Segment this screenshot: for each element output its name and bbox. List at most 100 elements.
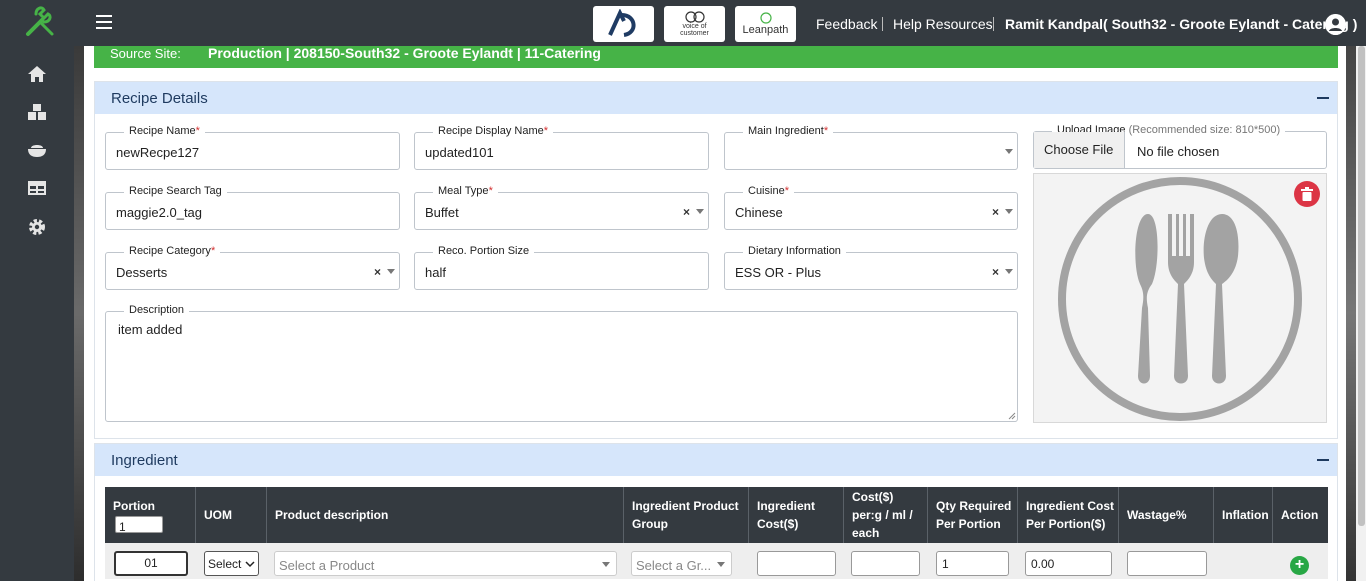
ingredient-table-header: Portion 1 UOM Product description Ingred… bbox=[105, 487, 1328, 543]
col-product-description: Product description bbox=[267, 487, 624, 543]
recipe-details-section: Recipe Details Recipe Name* newRecpe127 … bbox=[94, 81, 1338, 439]
clear-icon[interactable]: × bbox=[374, 265, 381, 279]
wastage-input[interactable] bbox=[1127, 551, 1207, 576]
cost-per-portion-input[interactable]: 0.00 bbox=[1025, 551, 1112, 576]
cuisine-value: Chinese bbox=[735, 205, 783, 220]
source-site-value: Production | 208150-South32 - Groote Eyl… bbox=[208, 46, 601, 61]
collapse-icon[interactable] bbox=[1317, 97, 1329, 99]
divider bbox=[882, 17, 883, 31]
chevron-down-icon[interactable] bbox=[1005, 209, 1013, 214]
table-icon[interactable] bbox=[27, 178, 47, 198]
recipe-image-preview bbox=[1033, 173, 1327, 423]
uom-select[interactable]: Select bbox=[204, 551, 259, 576]
app-logo-icon[interactable] bbox=[22, 4, 62, 40]
upload-image-field[interactable]: Upload Image (Recommended size: 810*500)… bbox=[1033, 124, 1327, 169]
col-ingredient-cost: Ingredient Cost($) bbox=[749, 487, 844, 543]
user-name-link[interactable]: Ramit Kandpal( South32 - Groote Eylandt … bbox=[1005, 16, 1357, 32]
recipe-search-tag-field[interactable]: Recipe Search Tag maggie2.0_tag bbox=[105, 185, 400, 230]
bowl-icon[interactable] bbox=[27, 140, 47, 160]
brand-ad-logo[interactable] bbox=[593, 6, 654, 42]
col-cost-per-unit: Cost($) per:g / ml / each bbox=[844, 487, 928, 543]
cost-per-unit-input[interactable] bbox=[851, 551, 920, 576]
chevron-down-icon[interactable] bbox=[1005, 269, 1013, 274]
resize-handle-icon[interactable] bbox=[1008, 412, 1016, 420]
brand-leanpath-logo[interactable]: Leanpath bbox=[735, 6, 796, 42]
ad-logo-icon bbox=[607, 9, 635, 37]
product-group-select[interactable]: Select a Gr... bbox=[631, 551, 732, 576]
dietary-info-select[interactable]: Dietary Information ESS OR - Plus × bbox=[724, 245, 1018, 290]
ingredient-title: Ingredient bbox=[111, 452, 178, 469]
choose-file-button[interactable]: Choose File bbox=[1034, 132, 1125, 168]
menu-toggle-icon[interactable] bbox=[96, 15, 112, 29]
recipe-details-title: Recipe Details bbox=[111, 90, 208, 107]
recipe-name-field[interactable]: Recipe Name* newRecpe127 bbox=[105, 125, 400, 170]
top-navbar: voice of customer Leanpath Feedback Help… bbox=[0, 0, 1366, 46]
add-row-button[interactable]: + bbox=[1290, 556, 1309, 575]
dietary-info-label: Dietary Information bbox=[743, 245, 846, 257]
recipe-name-label: Recipe Name* bbox=[124, 125, 205, 137]
chevron-down-icon bbox=[717, 562, 725, 567]
clear-icon[interactable]: × bbox=[992, 265, 999, 279]
ingredient-section: Ingredient Portion 1 UOM Product descrip… bbox=[94, 443, 1338, 581]
recipe-display-name-field[interactable]: Recipe Display Name* updated101 bbox=[414, 125, 709, 170]
chevron-down-icon bbox=[602, 562, 610, 567]
col-ingredient-product-group: Ingredient Product Group bbox=[624, 487, 749, 543]
ingredient-header[interactable]: Ingredient bbox=[95, 444, 1337, 476]
background-image bbox=[74, 46, 84, 581]
chevron-down-icon[interactable] bbox=[1005, 149, 1013, 154]
trash-icon bbox=[1301, 187, 1313, 201]
user-avatar-icon[interactable] bbox=[1325, 14, 1346, 35]
chevron-down-icon[interactable] bbox=[387, 269, 395, 274]
divider bbox=[993, 17, 994, 31]
gear-icon[interactable] bbox=[27, 217, 47, 237]
col-inflation: Inflation bbox=[1214, 487, 1273, 543]
col-qty-required: Qty Required Per Portion bbox=[928, 487, 1018, 543]
description-label: Description bbox=[124, 304, 190, 316]
chevron-down-icon bbox=[245, 561, 255, 568]
file-status-text: No file chosen bbox=[1137, 144, 1220, 159]
ingredient-cost-input[interactable] bbox=[757, 551, 836, 576]
meal-type-value: Buffet bbox=[425, 205, 459, 220]
cuisine-select[interactable]: Cuisine* Chinese × bbox=[724, 185, 1018, 230]
description-textarea[interactable]: Description item added bbox=[105, 304, 1018, 422]
collapse-icon[interactable] bbox=[1317, 459, 1329, 461]
delete-image-button[interactable] bbox=[1294, 181, 1320, 207]
product-select[interactable]: Select a Product bbox=[274, 551, 617, 576]
background-image bbox=[1346, 46, 1356, 581]
main-ingredient-select[interactable]: Main Ingredient* bbox=[724, 125, 1018, 170]
sequence-input[interactable]: 01 bbox=[114, 551, 188, 576]
portion-input[interactable]: 1 bbox=[115, 516, 163, 534]
help-resources-link[interactable]: Help Resources bbox=[893, 16, 993, 32]
boxes-icon[interactable] bbox=[27, 102, 47, 122]
portion-size-field[interactable]: Reco. Portion Size half bbox=[414, 245, 709, 290]
col-action: Action bbox=[1281, 508, 1319, 522]
portion-size-value: half bbox=[425, 265, 446, 280]
recipe-category-value: Desserts bbox=[116, 265, 168, 280]
chevron-down-icon[interactable] bbox=[696, 209, 704, 214]
col-portion: Portion 1 bbox=[105, 487, 196, 543]
home-icon[interactable] bbox=[27, 64, 47, 84]
source-site-bar: Source Site: Production | 208150-South32… bbox=[94, 46, 1338, 68]
leanpath-leaf-icon bbox=[759, 12, 772, 24]
description-value: item added bbox=[118, 322, 183, 337]
clear-icon[interactable]: × bbox=[992, 205, 999, 219]
recipe-name-value: newRecpe127 bbox=[116, 145, 200, 160]
col-wastage: Wastage% bbox=[1119, 487, 1214, 543]
recipe-details-header[interactable]: Recipe Details bbox=[95, 82, 1337, 114]
recipe-category-select[interactable]: Recipe Category* Desserts × bbox=[105, 245, 400, 290]
qty-required-input[interactable]: 1 bbox=[936, 551, 1009, 576]
dietary-info-value: ESS OR - Plus bbox=[735, 265, 821, 280]
meal-type-select[interactable]: Meal Type* Buffet × bbox=[414, 185, 709, 230]
col-ingredient-cost-per-portion: Ingredient Cost Per Portion($) bbox=[1018, 487, 1119, 543]
voc-logo-text: voice of customer bbox=[680, 23, 709, 37]
cutlery-placeholder-icon bbox=[1058, 177, 1302, 421]
voc-logo-icon bbox=[684, 11, 705, 23]
portion-size-label: Reco. Portion Size bbox=[433, 245, 535, 257]
sidebar bbox=[0, 46, 74, 581]
scrollbar-thumb[interactable] bbox=[1358, 46, 1365, 526]
feedback-link[interactable]: Feedback bbox=[816, 16, 877, 32]
recipe-display-name-label: Recipe Display Name* bbox=[433, 125, 554, 137]
brand-voc-logo[interactable]: voice of customer bbox=[664, 6, 725, 42]
recipe-display-name-value: updated101 bbox=[425, 145, 494, 160]
clear-icon[interactable]: × bbox=[683, 205, 690, 219]
